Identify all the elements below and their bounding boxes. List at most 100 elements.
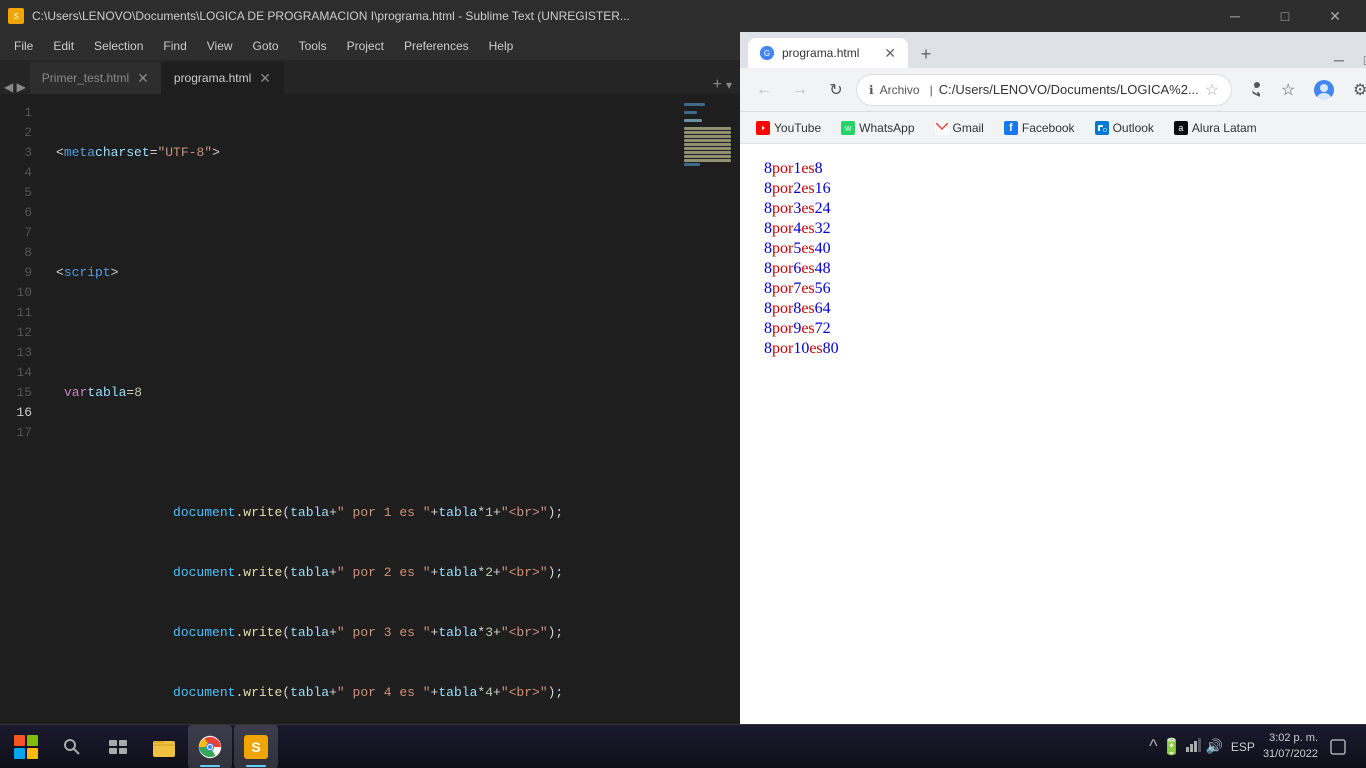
close-button[interactable]: ✕ <box>1312 0 1358 32</box>
table-line-7: 8 por 7 es 56 <box>764 280 1366 298</box>
minimap-content <box>684 103 736 167</box>
taskbar-chrome[interactable] <box>188 725 232 768</box>
address-lock-icon: ℹ <box>869 83 874 97</box>
menu-find[interactable]: Find <box>153 32 196 60</box>
tab-primer-label: Primer_test.html <box>42 71 129 85</box>
facebook-icon: f <box>1004 121 1018 135</box>
gmail-icon <box>935 121 949 135</box>
code-line-9: document.write(tabla + " por 3 es " + ta… <box>56 623 672 643</box>
address-archivo-label: Archivo <box>880 83 920 97</box>
menu-project[interactable]: Project <box>337 32 394 60</box>
browser-tab-programa[interactable]: G programa.html ✕ <box>748 38 908 68</box>
menu-preferences[interactable]: Preferences <box>394 32 479 60</box>
outlook-label: Outlook <box>1113 121 1154 135</box>
menu-view[interactable]: View <box>197 32 243 60</box>
bookmark-facebook[interactable]: f Facebook <box>996 116 1083 140</box>
bookmark-icon[interactable]: ☆ <box>1272 74 1304 106</box>
menu-tools[interactable]: Tools <box>289 32 337 60</box>
bookmark-star-icon[interactable]: ☆ <box>1205 80 1219 100</box>
por1: por <box>772 160 793 178</box>
menu-goto[interactable]: Goto <box>243 32 289 60</box>
taskbar-clock[interactable]: 3:02 p. m. 31/07/2022 <box>1263 731 1318 762</box>
menu-selection[interactable]: Selection <box>84 32 153 60</box>
tab-list-btn[interactable]: ▾ <box>726 78 732 92</box>
maximize-button[interactable]: □ <box>1262 0 1308 32</box>
res9: 72 <box>815 320 831 338</box>
tray-battery-icon: 🔋 <box>1162 737 1182 757</box>
minimap-line <box>684 163 700 166</box>
browser-nav: ← → ↻ ℹ Archivo | C:/Users/LENOVO/Docume… <box>740 68 1366 112</box>
address-bar[interactable]: ℹ Archivo | C:/Users/LENOVO/Documents/LO… <box>856 74 1232 106</box>
main-layout: File Edit Selection Find View Goto Tools… <box>0 32 1366 768</box>
line-num-1: 1 <box>12 103 32 123</box>
n2: 1 <box>793 160 801 178</box>
tray-chevron[interactable]: ^ <box>1149 736 1157 757</box>
browser-minimize-btn[interactable]: ─ <box>1326 51 1352 68</box>
extensions-icon[interactable]: ⚙ <box>1344 74 1366 106</box>
n1: 8 <box>764 320 772 338</box>
code-line-3: <script> <box>56 263 672 283</box>
n2: 5 <box>793 240 801 258</box>
taskbar-sublime[interactable]: S <box>234 725 278 768</box>
browser-tab-title: programa.html <box>782 46 859 60</box>
forward-button[interactable]: → <box>784 74 816 106</box>
bookmark-alura[interactable]: a Alura Latam <box>1166 116 1265 140</box>
code-line-5: var tabla = 8 <box>56 383 672 403</box>
code-line-10: document.write(tabla + " por 4 es " + ta… <box>56 683 672 703</box>
gmail-label: Gmail <box>953 121 984 135</box>
res4: 32 <box>815 220 831 238</box>
share-icon[interactable] <box>1236 74 1268 106</box>
notification-center[interactable] <box>1322 725 1354 768</box>
whatsapp-icon: W <box>841 121 855 135</box>
bookmark-outlook[interactable]: O Outlook <box>1087 116 1162 140</box>
por4: por <box>772 220 793 238</box>
tab-bar: ◀ ▶ Primer_test.html ✕ programa.html ✕ +… <box>0 60 740 95</box>
menu-edit[interactable]: Edit <box>43 32 84 60</box>
taskbar-system-tray: ^ 🔋 🔊 ESP 3:02 p. m. 31/07/2022 <box>1149 725 1362 768</box>
minimap-line <box>684 119 702 122</box>
n1: 8 <box>764 280 772 298</box>
bookmark-whatsapp[interactable]: W WhatsApp <box>833 116 922 140</box>
profile-icon[interactable] <box>1308 74 1340 106</box>
title-bar: S C:\Users\LENOVO\Documents\LOGICA DE PR… <box>0 0 1366 32</box>
new-tab-button[interactable]: + <box>912 40 940 68</box>
taskbar-file-explorer[interactable] <box>142 725 186 768</box>
bookmark-youtube[interactable]: YouTube <box>748 116 829 140</box>
back-button[interactable]: ← <box>748 74 780 106</box>
language-indicator[interactable]: ESP <box>1227 738 1259 756</box>
refresh-button[interactable]: ↻ <box>820 74 852 106</box>
new-tab-btn[interactable]: + <box>713 76 722 94</box>
start-button[interactable] <box>4 725 48 768</box>
res3: 24 <box>815 200 831 218</box>
browser-content: 8 por 1 es 8 8 por 2 es 16 8 por 3 es 24… <box>740 144 1366 768</box>
menu-file[interactable]: File <box>4 32 43 60</box>
code-line-7: document.write(tabla + " por 1 es " + ta… <box>56 503 672 523</box>
por5: por <box>772 240 793 258</box>
es9: es <box>801 320 814 338</box>
por7: por <box>772 280 793 298</box>
tab-primer-close[interactable]: ✕ <box>137 71 149 85</box>
svg-text:S: S <box>13 12 18 21</box>
minimize-button[interactable]: ─ <box>1212 0 1258 32</box>
line-num-14: 14 <box>12 363 32 383</box>
outlook-icon: O <box>1095 121 1109 135</box>
line-num-6: 6 <box>12 203 32 223</box>
minimap-line <box>684 155 731 158</box>
clock-time: 3:02 p. m. <box>1263 731 1318 746</box>
tab-programa[interactable]: programa.html ✕ <box>162 62 284 94</box>
menu-help[interactable]: Help <box>479 32 524 60</box>
browser-tab-close-btn[interactable]: ✕ <box>884 45 896 62</box>
search-button[interactable] <box>50 725 94 768</box>
browser-maximize-btn[interactable]: □ <box>1356 51 1366 68</box>
tab-programa-close[interactable]: ✕ <box>259 71 271 85</box>
menu-bar: File Edit Selection Find View Goto Tools… <box>0 32 740 60</box>
code-content[interactable]: <meta charset="UTF-8"> <script> var tabl… <box>40 95 680 744</box>
clock-date: 31/07/2022 <box>1263 747 1318 762</box>
table-line-10: 8 por 10 es 80 <box>764 340 1366 358</box>
tab-primer-test[interactable]: Primer_test.html ✕ <box>30 62 162 94</box>
bookmark-gmail[interactable]: Gmail <box>927 116 992 140</box>
browser-tab-favicon: G <box>760 46 774 60</box>
browser-win-controls: ─ □ ✕ <box>1326 51 1366 68</box>
task-view-button[interactable] <box>96 725 140 768</box>
tab-bar-arrows[interactable]: ◀ ▶ <box>0 80 26 94</box>
